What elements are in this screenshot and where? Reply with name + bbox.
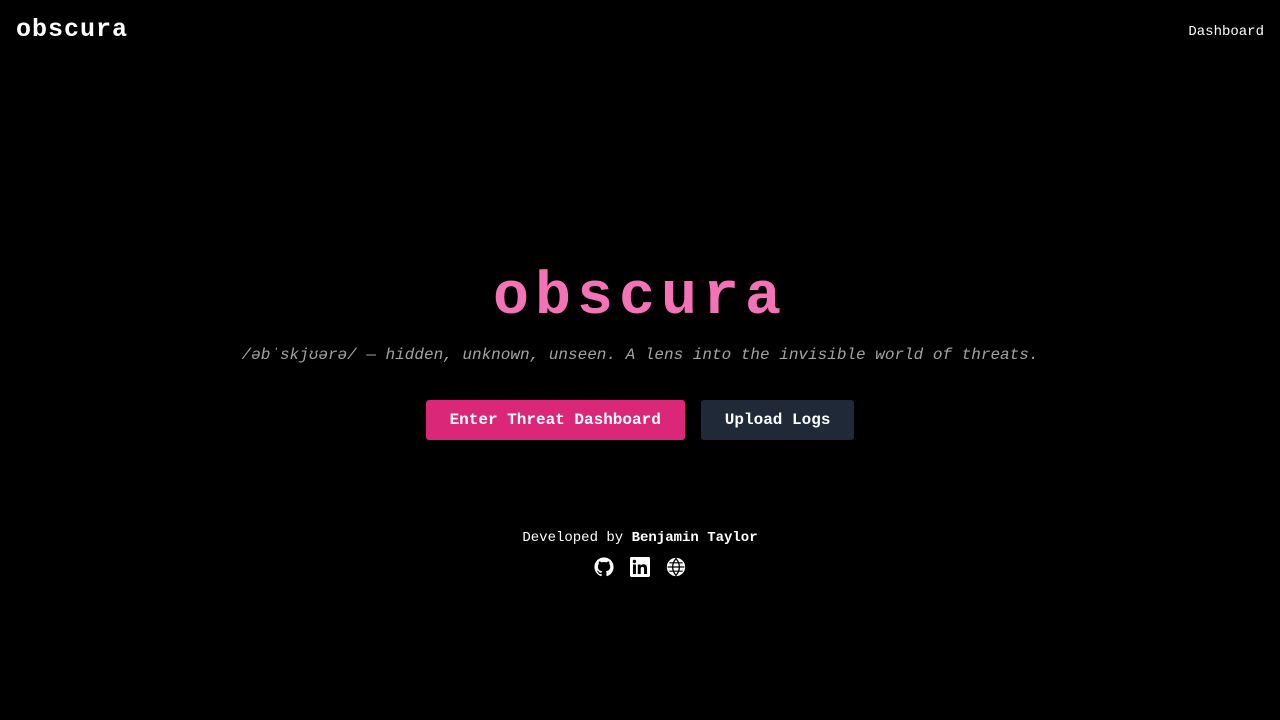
enter-threat-dashboard-button[interactable]: Enter Threat Dashboard — [425, 400, 685, 440]
upload-logs-button[interactable]: Upload Logs — [700, 400, 855, 440]
nav-link-dashboard[interactable]: Dashboard — [1188, 23, 1264, 41]
developer-credit: Developed by Benjamin Taylor — [0, 528, 1280, 548]
linkedin-icon[interactable] — [630, 557, 650, 577]
hero-title: obscura — [492, 264, 788, 332]
top-navbar: obscura Dashboard — [0, 0, 1280, 60]
hero-actions: Enter Threat Dashboard Upload Logs — [0, 400, 1280, 440]
social-links — [0, 557, 1280, 577]
developed-by-label: Developed by — [522, 530, 624, 546]
globe-icon[interactable] — [666, 557, 686, 577]
github-icon[interactable] — [594, 557, 614, 577]
developer-name: Benjamin Taylor — [631, 530, 758, 546]
brand-logo[interactable]: obscura — [16, 14, 128, 46]
footer: Developed by Benjamin Taylor — [0, 528, 1280, 577]
hero-tagline: /əbˈskjʊərə/ — hidden, unknown, unseen. … — [241, 346, 1039, 364]
hero-section: obscura /əbˈskjʊərə/ — hidden, unknown, … — [0, 262, 1280, 440]
